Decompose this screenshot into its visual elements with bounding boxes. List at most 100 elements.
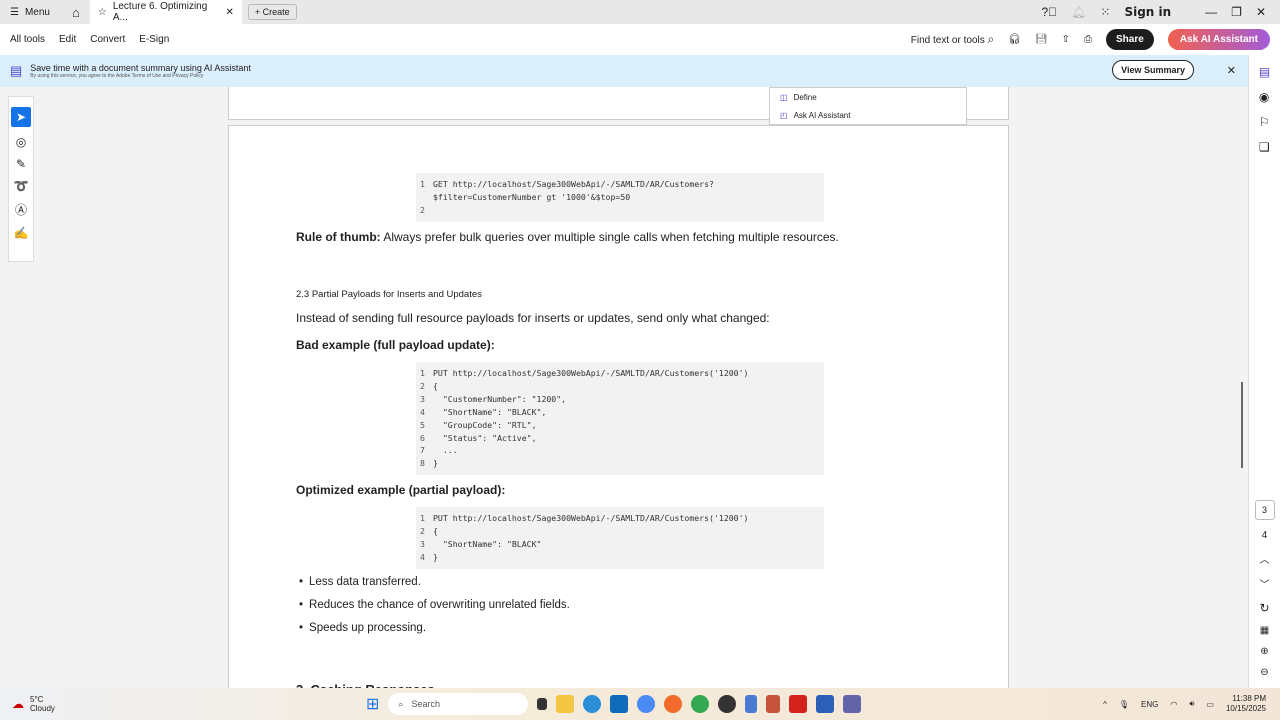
apps-icon[interactable]: ⁙ bbox=[1100, 5, 1110, 19]
bookmark-icon[interactable]: ⚐ bbox=[1259, 115, 1270, 129]
help-icon[interactable]: ?⃝ bbox=[1041, 5, 1057, 19]
line-number: 8 bbox=[420, 458, 425, 469]
highlight-pen-icon[interactable]: ✎ bbox=[16, 157, 26, 171]
menu-button[interactable]: ☰ Menu bbox=[10, 7, 50, 18]
chevron-down-icon[interactable]: ﹀ bbox=[1260, 576, 1270, 591]
refresh-icon[interactable]: ↻ bbox=[1259, 601, 1269, 615]
winrar-icon[interactable] bbox=[766, 695, 781, 713]
clock[interactable]: 11:38 PM 10/15/2025 bbox=[1226, 694, 1266, 714]
page-fit-icon[interactable]: ▦ bbox=[1260, 625, 1269, 636]
optimized-example-label: Optimized example (partial payload): bbox=[296, 483, 506, 497]
code-line: 4} bbox=[420, 551, 820, 564]
home-icon[interactable]: ⌂ bbox=[72, 5, 80, 20]
sign-in-button[interactable]: Sign in bbox=[1124, 5, 1171, 19]
search-icon: ⌕ bbox=[398, 698, 404, 709]
zoom-out-icon[interactable]: ⊖ bbox=[1260, 667, 1268, 678]
esign-menu[interactable]: E-Sign bbox=[139, 34, 169, 45]
left-toolbar: ➤ ◎ ✎ ➰ Ⓐ ✍ bbox=[8, 96, 34, 262]
outlook-icon[interactable] bbox=[610, 695, 629, 713]
volume-icon[interactable]: 🔊︎ bbox=[1189, 699, 1194, 709]
chrome-icon-2[interactable] bbox=[691, 695, 710, 713]
ai-summary-icon[interactable]: ▤ bbox=[1259, 65, 1270, 79]
chevron-up-icon[interactable]: ︿ bbox=[1260, 551, 1270, 566]
battery-icon[interactable]: ▭ bbox=[1206, 700, 1214, 709]
tab-bar: ☰ Menu ⌂ ☆ Lecture 6. Optimizing A... ✕ + C… bbox=[0, 0, 1280, 24]
code-line: 7 ... bbox=[420, 444, 820, 457]
word-icon[interactable] bbox=[816, 695, 835, 713]
code-text: "CustomerNumber": "1200", bbox=[433, 393, 567, 404]
share-button[interactable]: Share bbox=[1106, 29, 1154, 50]
draw-lasso-icon[interactable]: ➰ bbox=[14, 179, 29, 193]
notepad-icon[interactable] bbox=[745, 695, 758, 713]
microphone-icon[interactable]: 🎙︎ bbox=[1119, 700, 1129, 709]
scrollbar[interactable] bbox=[1241, 382, 1243, 468]
line-number: 4 bbox=[420, 406, 425, 417]
line-number: 6 bbox=[420, 432, 425, 443]
code-line: 6 "Status": "Active", bbox=[420, 432, 820, 445]
convert-menu[interactable]: Convert bbox=[90, 34, 125, 45]
maximize-icon[interactable]: ❐ bbox=[1231, 5, 1242, 19]
page-4[interactable]: 4 bbox=[1262, 530, 1268, 541]
wifi-icon[interactable]: ◠ bbox=[1170, 700, 1177, 709]
code-line: 2{ bbox=[420, 380, 820, 393]
close-banner-icon[interactable]: ✕ bbox=[1227, 64, 1236, 77]
close-tab-icon[interactable]: ✕ bbox=[225, 7, 233, 18]
code-text: "ShortName": "BLACK" bbox=[433, 538, 542, 549]
line-number: 3 bbox=[420, 538, 425, 549]
select-cursor-icon[interactable]: ➤ bbox=[11, 107, 31, 127]
ask-ai-item[interactable]: ◰ Ask AI Assistant bbox=[780, 106, 956, 124]
headphones-icon[interactable]: 🎧︎ bbox=[1008, 34, 1021, 45]
weather-widget[interactable]: ☁ 5°C Cloudy bbox=[12, 695, 55, 713]
minimize-icon[interactable]: — bbox=[1205, 5, 1217, 19]
intro-paragraph: Instead of sending full resource payload… bbox=[296, 311, 770, 325]
windows-start-icon[interactable]: ⊞ bbox=[366, 694, 379, 714]
save-icon[interactable]: 💾︎ bbox=[1035, 34, 1048, 45]
print-icon[interactable]: ⎙ bbox=[1084, 34, 1092, 45]
define-item[interactable]: ◫ Define bbox=[780, 88, 956, 106]
code-text: PUT http://localhost/Sage300WebApi/-/SAM… bbox=[433, 368, 749, 378]
text-select-icon[interactable]: Ⓐ bbox=[15, 201, 27, 218]
rule-of-thumb: Rule of thumb: Always prefer bulk querie… bbox=[296, 230, 839, 244]
zoom-in-icon[interactable]: ⊕ bbox=[1260, 646, 1268, 657]
ask-ai-button[interactable]: Ask AI Assistant bbox=[1167, 29, 1270, 50]
bell-icon[interactable]: 🔔︎ bbox=[1071, 5, 1086, 19]
close-window-icon[interactable]: ✕ bbox=[1256, 5, 1266, 19]
create-button[interactable]: + Create bbox=[247, 4, 297, 20]
pdf-page: 1 GET http://localhost/Sage300WebApi/-/SA… bbox=[228, 125, 1009, 697]
language-indicator[interactable]: ENG bbox=[1141, 700, 1158, 709]
edge-icon[interactable] bbox=[583, 695, 602, 713]
code-text: PUT http://localhost/Sage300WebApi/-/SAM… bbox=[433, 513, 749, 523]
define-icon: ◫ bbox=[780, 92, 788, 102]
find-tools[interactable]: Find text or tools ⌕ bbox=[911, 32, 994, 47]
code-text: } bbox=[433, 551, 438, 562]
app-orange-icon[interactable] bbox=[664, 695, 683, 713]
current-page[interactable]: 3 bbox=[1254, 500, 1275, 520]
code-line: 1 PUT http://localhost/Sage300WebApi/-/SA… bbox=[420, 367, 820, 380]
bullet-item: Reduces the chance of overwriting unrela… bbox=[299, 599, 570, 611]
chevron-up-icon[interactable]: ^ bbox=[1103, 700, 1107, 709]
file-explorer-icon[interactable] bbox=[556, 695, 575, 713]
pages-icon[interactable]: ❏ bbox=[1259, 140, 1270, 154]
weather-icon: ☁ bbox=[12, 697, 24, 711]
acrobat-icon[interactable] bbox=[789, 695, 808, 713]
sign-icon[interactable]: ✍ bbox=[14, 226, 29, 240]
taskbar: ☁ 5°C Cloudy ⊞ ⌕ Search ^ 🎙︎ ENG ◠ 🔊︎ ▭ 11… bbox=[0, 688, 1280, 720]
app-dark-icon[interactable] bbox=[718, 695, 737, 713]
code-text: "GroupCode": "RTL", bbox=[433, 419, 537, 430]
code-line: 2 bbox=[420, 204, 820, 217]
code-line: $filter=CustomerNumber gt '1000'&$top=50 bbox=[420, 191, 820, 204]
document-tab[interactable]: ☆ Lecture 6. Optimizing A... ✕ bbox=[89, 0, 242, 24]
comment-icon[interactable]: ◎ bbox=[16, 135, 26, 149]
teams-icon[interactable] bbox=[843, 695, 862, 713]
chrome-icon[interactable] bbox=[637, 695, 656, 713]
comments-icon[interactable]: ◉ bbox=[1259, 90, 1270, 104]
taskbar-search[interactable]: ⌕ Search bbox=[388, 693, 529, 715]
task-view-icon[interactable] bbox=[537, 698, 548, 710]
upload-icon[interactable]: ⇧ bbox=[1062, 34, 1070, 45]
star-icon[interactable]: ☆ bbox=[98, 7, 107, 18]
all-tools-menu[interactable]: All tools bbox=[10, 34, 45, 45]
view-summary-button[interactable]: View Summary bbox=[1112, 60, 1194, 80]
code-text: } bbox=[433, 458, 438, 469]
edit-menu[interactable]: Edit bbox=[59, 34, 76, 45]
code-text: ... bbox=[433, 445, 458, 456]
